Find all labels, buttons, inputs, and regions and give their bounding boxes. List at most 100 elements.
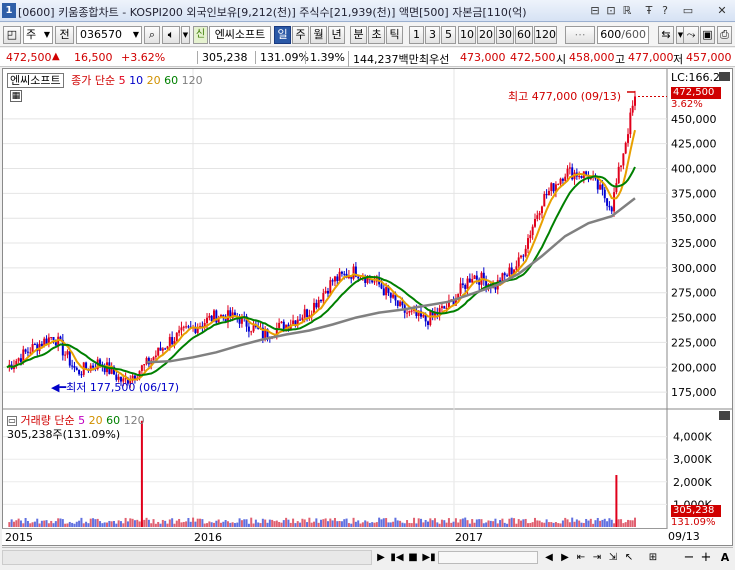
chart-area[interactable]: 450,000 425,000 400,000 375,000 350,000 325,0… bbox=[2, 68, 733, 546]
interval-tick[interactable]: 틱 bbox=[386, 26, 403, 44]
volume-bar bbox=[103, 522, 106, 527]
candle-body bbox=[475, 275, 478, 280]
fit-icon[interactable]: ⇲ bbox=[606, 550, 620, 565]
prev-button[interactable]: 전 bbox=[55, 26, 74, 44]
speaker-icon[interactable]: 🔈︎ bbox=[162, 26, 180, 44]
stock-code-input[interactable]: 036570 ▼ bbox=[76, 26, 142, 44]
minute-10[interactable]: 10 bbox=[458, 26, 476, 44]
volume-bar bbox=[492, 521, 495, 527]
close-icon[interactable]: ✕ bbox=[715, 3, 729, 18]
search-icon[interactable]: ⌕ bbox=[144, 26, 160, 44]
play-icon[interactable]: ▶ bbox=[374, 550, 388, 565]
x-axis-right-label: 09/13 bbox=[668, 530, 700, 543]
volume-bar bbox=[257, 522, 260, 527]
count-value: 600 bbox=[600, 28, 622, 41]
volume-bar bbox=[236, 522, 239, 527]
first-icon[interactable]: ▮◀ bbox=[390, 550, 404, 565]
panel-collapse-icon[interactable] bbox=[719, 411, 730, 420]
legend-ma-120[interactable]: 120 bbox=[182, 74, 203, 87]
minute-30[interactable]: 30 bbox=[496, 26, 514, 44]
volume-bar bbox=[73, 523, 76, 527]
candle-body bbox=[527, 238, 530, 249]
volume-bar bbox=[357, 520, 360, 527]
grid-toggle-icon[interactable]: ▦ bbox=[10, 90, 22, 102]
cursor-icon[interactable]: ↖ bbox=[622, 550, 636, 565]
legend-ma-10[interactable]: 10 bbox=[129, 74, 143, 87]
zoom-out-icon[interactable]: − bbox=[682, 550, 696, 565]
volume-bar bbox=[40, 520, 43, 527]
window-index: 1 bbox=[2, 3, 16, 18]
print-icon[interactable]: ⎙ bbox=[717, 26, 732, 44]
minute-3[interactable]: 3 bbox=[425, 26, 440, 44]
restore-icon[interactable]: ⊡ bbox=[604, 3, 618, 18]
volume-bar bbox=[157, 521, 160, 527]
volume-ma-120[interactable]: 120 bbox=[124, 414, 145, 427]
candle-body bbox=[529, 235, 532, 239]
volume-bar bbox=[131, 518, 134, 527]
period-forward-icon[interactable]: ⇥ bbox=[590, 550, 604, 565]
volume-bar bbox=[315, 518, 318, 527]
chart-svg[interactable]: 450,000 425,000 400,000 375,000 350,000 325,0… bbox=[3, 69, 732, 529]
auto-scale-icon[interactable]: A bbox=[718, 550, 732, 565]
legend-ma-5[interactable]: 5 bbox=[119, 74, 126, 87]
legend-ma-60[interactable]: 60 bbox=[164, 74, 178, 87]
interval-month[interactable]: 월 bbox=[310, 26, 327, 44]
r-icon[interactable]: ℝ bbox=[620, 3, 634, 18]
candle-body bbox=[564, 176, 567, 181]
range-slider[interactable] bbox=[438, 551, 538, 564]
interval-week[interactable]: 주 bbox=[292, 26, 309, 44]
settings-icon[interactable]: ◰ bbox=[3, 26, 21, 44]
minute-120[interactable]: 120 bbox=[534, 26, 557, 44]
horizontal-scrollbar[interactable] bbox=[2, 550, 372, 565]
compare-icon[interactable]: ⇆ bbox=[658, 26, 674, 44]
count-input[interactable]: 600/600 bbox=[597, 26, 649, 44]
candle-body bbox=[392, 294, 395, 298]
step-forward-icon[interactable]: ▶ bbox=[558, 550, 572, 565]
chevron-down-icon[interactable]: ▼ bbox=[181, 26, 190, 44]
volume-bar bbox=[608, 518, 611, 527]
reset-icon[interactable]: ⊞ bbox=[646, 550, 660, 565]
last-icon[interactable]: ▶▮ bbox=[422, 550, 436, 565]
period-back-icon[interactable]: ⇤ bbox=[574, 550, 588, 565]
volume-bar bbox=[454, 518, 457, 527]
interval-day[interactable]: 일 bbox=[274, 26, 291, 44]
save-icon[interactable]: ▣ bbox=[700, 26, 715, 44]
link-icon[interactable]: ⤳ bbox=[683, 26, 699, 44]
candle-body bbox=[250, 331, 253, 333]
new-badge: 신 bbox=[193, 26, 208, 44]
zoom-in-icon[interactable]: + bbox=[699, 550, 713, 565]
legend-ma-label[interactable]: 종가 단순 bbox=[71, 74, 115, 87]
volume-bar bbox=[24, 517, 27, 527]
interval-minute[interactable]: 분 bbox=[350, 26, 367, 44]
period-select[interactable]: 주 ▼ bbox=[23, 26, 53, 44]
volume-bar bbox=[36, 518, 39, 527]
legend-ma-20[interactable]: 20 bbox=[147, 74, 161, 87]
scale-icon[interactable]: ⋯ bbox=[565, 26, 595, 44]
help-icon[interactable]: ? bbox=[658, 3, 672, 18]
legend-stock-name[interactable]: 엔씨소프트 bbox=[7, 73, 64, 88]
candle-body bbox=[280, 321, 283, 323]
candle-body bbox=[578, 176, 581, 178]
minute-20[interactable]: 20 bbox=[477, 26, 495, 44]
volume-bar bbox=[475, 519, 478, 527]
interval-second[interactable]: 초 bbox=[368, 26, 385, 44]
toolbar: ◰ 주 ▼ 전 036570 ▼ ⌕ 🔈︎ ▼ 신 엔씨소프트 일 주 월 년 분 … bbox=[0, 23, 735, 47]
minimize-icon[interactable]: ⊟ bbox=[588, 3, 602, 18]
volume-bar bbox=[568, 522, 571, 527]
volume-bar bbox=[178, 518, 181, 527]
stop-icon[interactable]: ■ bbox=[406, 550, 420, 565]
minute-5[interactable]: 5 bbox=[441, 26, 456, 44]
volume-bar bbox=[336, 521, 339, 527]
minute-60[interactable]: 60 bbox=[515, 26, 533, 44]
panel-collapse-icon[interactable] bbox=[719, 72, 730, 81]
volume-settings-icon[interactable]: ▭ bbox=[7, 416, 17, 426]
minute-1[interactable]: 1 bbox=[409, 26, 424, 44]
step-back-icon[interactable]: ◀ bbox=[542, 550, 556, 565]
volume-bar bbox=[173, 523, 176, 527]
volume-bar bbox=[594, 520, 597, 527]
candle-body bbox=[143, 364, 146, 366]
t-icon[interactable]: Ŧ bbox=[642, 3, 656, 18]
interval-year[interactable]: 년 bbox=[328, 26, 345, 44]
volume-bar bbox=[333, 517, 336, 527]
maximize-icon[interactable]: ▭ bbox=[681, 3, 695, 18]
